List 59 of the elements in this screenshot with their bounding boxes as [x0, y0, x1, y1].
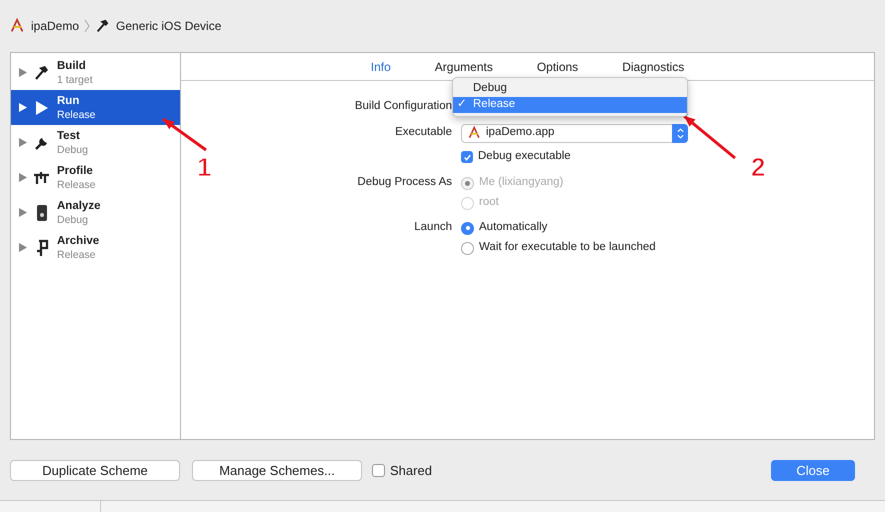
scheme-name: Run: [57, 94, 80, 108]
radio-button[interactable]: [461, 242, 474, 254]
hammer-icon: [95, 18, 112, 34]
breadcrumb-item[interactable]: Generic iOS Device: [116, 17, 222, 35]
scheme-item[interactable]: Archive Release: [11, 230, 180, 265]
scheme-subtitle: Debug: [57, 142, 88, 156]
scheme-subtitle: Debug: [57, 212, 89, 226]
scheme-item[interactable]: Analyze Debug: [11, 195, 180, 230]
checkbox-label: Debug executable: [478, 149, 571, 164]
tab[interactable]: Arguments: [434, 58, 493, 76]
menu-item[interactable]: Debug: [453, 81, 687, 97]
tab[interactable]: Info: [370, 58, 391, 76]
scheme-item[interactable]: Run Release: [11, 90, 180, 125]
scheme-name: Archive: [57, 234, 100, 248]
disclosure-triangle-icon: [19, 68, 27, 77]
popup-button[interactable]: ipaDemo.app: [461, 124, 688, 142]
checkbox[interactable]: [461, 151, 473, 163]
scheme-subtitle: Release: [57, 178, 96, 192]
radio-label: Wait for executable to be launched: [479, 240, 656, 256]
tab[interactable]: Diagnostics: [622, 58, 684, 76]
radio-label: root: [479, 195, 499, 210]
scheme-subtitle: 1 target: [57, 72, 93, 86]
app-icon: [468, 126, 482, 140]
field-label: Launch: [414, 221, 452, 234]
scheme-name: Test: [57, 128, 81, 142]
chevron-icon: [84, 19, 90, 33]
breadcrumb-item[interactable]: ipaDemo: [31, 17, 80, 35]
disclosure-triangle-icon: [19, 243, 27, 252]
tab[interactable]: Options: [536, 58, 578, 76]
manage-schemes-button[interactable]: Manage Schemes...: [192, 460, 362, 481]
radio-button[interactable]: [461, 222, 474, 234]
scheme-subtitle: Release: [57, 248, 97, 262]
scheme-item[interactable]: Profile Release: [11, 160, 180, 195]
disclosure-triangle-icon: [19, 138, 27, 147]
checkbox-label: Shared: [390, 462, 432, 480]
scheme-name: Build: [57, 58, 87, 72]
app-icon: [10, 18, 26, 34]
annotation-arrow: [683, 114, 736, 160]
radio-label: Automatically: [479, 220, 548, 236]
field-label: Debug Process As: [357, 176, 452, 188]
scheme-name: Profile: [57, 164, 94, 178]
scheme-item[interactable]: Build 1 target: [11, 55, 180, 90]
disclosure-triangle-icon: [19, 103, 27, 112]
radio-label: Me (lixiangyang): [479, 175, 564, 190]
stepper-icon: [672, 124, 688, 142]
field-label: Build Configuration: [354, 100, 452, 112]
scheme-subtitle: Release: [57, 108, 96, 122]
duplicate-scheme-button[interactable]: Duplicate Scheme: [10, 460, 180, 481]
disclosure-triangle-icon: [19, 208, 27, 217]
field-label: Executable: [395, 126, 452, 138]
scheme-name: Analyze: [57, 198, 100, 212]
close-button[interactable]: Close: [771, 460, 855, 481]
checkbox[interactable]: [372, 464, 385, 477]
annotation-arrow: [162, 118, 207, 152]
scheme-item[interactable]: Test Debug: [11, 125, 180, 160]
menu-item[interactable]: ✓ Release: [453, 97, 687, 113]
checkmark-icon: ✓: [457, 96, 473, 114]
hammer-icon: [33, 64, 51, 82]
disclosure-triangle-icon: [19, 173, 27, 182]
